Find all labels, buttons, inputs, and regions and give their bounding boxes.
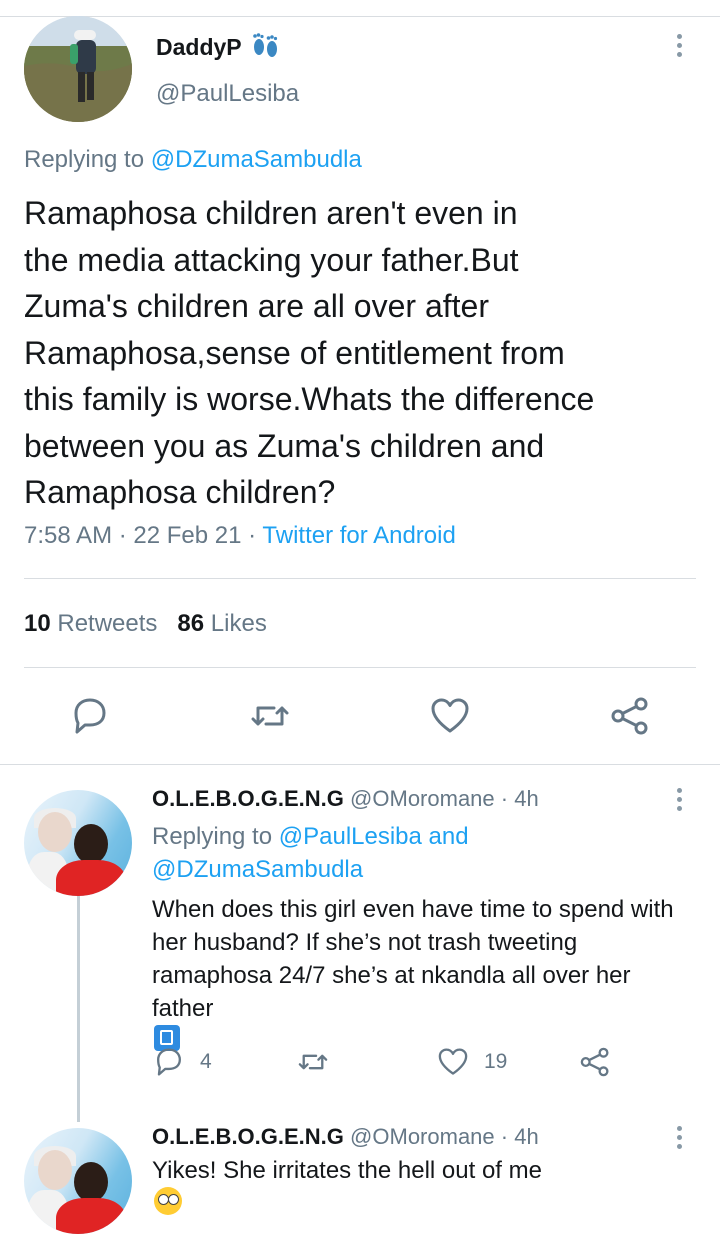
share-icon <box>580 1047 609 1077</box>
tweet-text: Ramaphosa children aren't even in the me… <box>24 190 714 516</box>
author-display-name[interactable]: DaddyP <box>156 34 242 61</box>
eye-roll-emoji-icon <box>154 1187 182 1215</box>
reply-author-handle[interactable]: @OMoromane <box>350 1124 495 1149</box>
likes-label: Likes <box>210 610 267 637</box>
reply-reply-button[interactable]: 4 <box>152 1044 212 1080</box>
reply-age: 4h <box>514 786 539 811</box>
reply-text: Yikes! She irritates the hell out of me <box>152 1154 712 1215</box>
thread-line <box>77 896 80 1122</box>
like-button[interactable] <box>428 694 472 738</box>
reply-icon <box>74 698 106 734</box>
retweets-stat[interactable]: 10 Retweets <box>24 610 157 637</box>
reply-author-name[interactable]: O.L.E.B.O.G.E.N.G <box>152 1124 344 1149</box>
tweet-text-line: Ramaphosa children aren't even in <box>24 195 518 231</box>
heart-icon <box>438 1048 468 1075</box>
stats-divider <box>24 667 696 668</box>
retweet-icon <box>251 706 289 726</box>
reply-text-line-last: father <box>152 992 712 1051</box>
likes-stat[interactable]: 86 Likes <box>177 610 266 637</box>
reply-count: 4 <box>200 1050 212 1073</box>
replying-to-and[interactable]: and <box>429 823 469 850</box>
share-button[interactable] <box>608 694 652 738</box>
replying-to-prefix: Replying to <box>152 823 273 850</box>
meta-separator: · <box>118 522 127 549</box>
meta-divider <box>24 578 696 579</box>
reply-text: When does this girl even have time to sp… <box>152 893 712 1051</box>
tweet-divider <box>0 764 720 765</box>
reply-replying-to: Replying to @PaulLesiba and @DZumaSambud… <box>152 820 672 886</box>
reply-author-name[interactable]: O.L.E.B.O.G.E.N.G <box>152 786 344 811</box>
tweet-text-line: Ramaphosa,sense of entitlement from <box>24 334 565 371</box>
tweet-text-line: the media attacking your father.But <box>24 241 519 278</box>
replying-to: Replying to @DZumaSambudla <box>24 146 362 174</box>
reply-share-button[interactable] <box>578 1044 612 1080</box>
meta-separator: · <box>248 522 257 549</box>
retweet-button[interactable] <box>248 694 292 738</box>
tweet-text-line: this family is worse.Whats the differenc… <box>24 381 595 417</box>
reply-age: 4h <box>514 1124 539 1149</box>
tweet-text-line: between you as Zuma's children and <box>24 427 545 464</box>
more-options-icon[interactable] <box>668 32 690 62</box>
tweet-text-line: Ramaphosa children? <box>24 474 336 510</box>
tweet-stats: 10 Retweets 86 Likes <box>24 610 267 638</box>
reply-separator: · <box>500 786 509 811</box>
reply-header: O.L.E.B.O.G.E.N.G @OMoromane · 4h <box>152 786 539 812</box>
top-divider <box>0 16 720 17</box>
reply-like-button[interactable]: 19 <box>436 1044 507 1080</box>
avatar-photo-icon <box>24 16 132 122</box>
replying-to-mention[interactable]: @DZumaSambudla <box>151 146 362 173</box>
tweet-text-line: Zuma's children are all over after <box>24 288 489 324</box>
tweet-time: 7:58 AM <box>24 522 113 549</box>
retweets-count: 10 <box>24 610 51 637</box>
replying-to-mention[interactable]: @PaulLesiba <box>279 823 422 850</box>
reply-button[interactable] <box>68 694 112 738</box>
replying-to-prefix: Replying to <box>24 146 145 173</box>
reply-author-handle[interactable]: @OMoromane <box>350 786 495 811</box>
like-count: 19 <box>484 1050 508 1073</box>
reply-author-avatar[interactable] <box>24 790 132 896</box>
tweet-date: 22 Feb 21 <box>133 522 242 549</box>
reply-text-word: father <box>152 995 214 1022</box>
share-icon <box>611 697 648 735</box>
likes-count: 86 <box>177 610 205 637</box>
reply-separator: · <box>500 1124 509 1149</box>
retweet-icon <box>298 1054 328 1070</box>
reply-text-words: Yikes! She irritates the hell out of me <box>152 1157 542 1184</box>
retweets-label: Retweets <box>57 610 158 637</box>
tweet-source-link[interactable]: Twitter for Android <box>262 522 455 549</box>
reply-more-options-icon[interactable] <box>668 786 690 816</box>
reply-icon <box>157 1048 181 1076</box>
heart-icon <box>431 698 469 733</box>
reply-author-avatar[interactable] <box>24 1128 132 1234</box>
reply-header: O.L.E.B.O.G.E.N.G @OMoromane · 4h <box>152 1124 539 1150</box>
reply-text-line: her husband? If she’s not trash tweeting <box>152 929 578 956</box>
tweet-meta: 7:58 AM · 22 Feb 21 · Twitter for Androi… <box>24 522 456 550</box>
reply-more-options-icon[interactable] <box>668 1124 690 1154</box>
reply-text-line: ramaphosa 24/7 she’s at nkandla all over… <box>152 962 631 989</box>
author-avatar[interactable] <box>24 16 132 122</box>
reply-retweet-button[interactable] <box>296 1044 330 1080</box>
reply-text-line: Yikes! She irritates the hell out of me <box>152 1154 712 1215</box>
author-handle[interactable]: @PaulLesiba <box>156 80 299 108</box>
replying-to-mention[interactable]: @DZumaSambudla <box>152 856 363 883</box>
footprints-emoji-icon <box>250 30 280 60</box>
reply-text-line: When does this girl even have time to sp… <box>152 896 674 923</box>
